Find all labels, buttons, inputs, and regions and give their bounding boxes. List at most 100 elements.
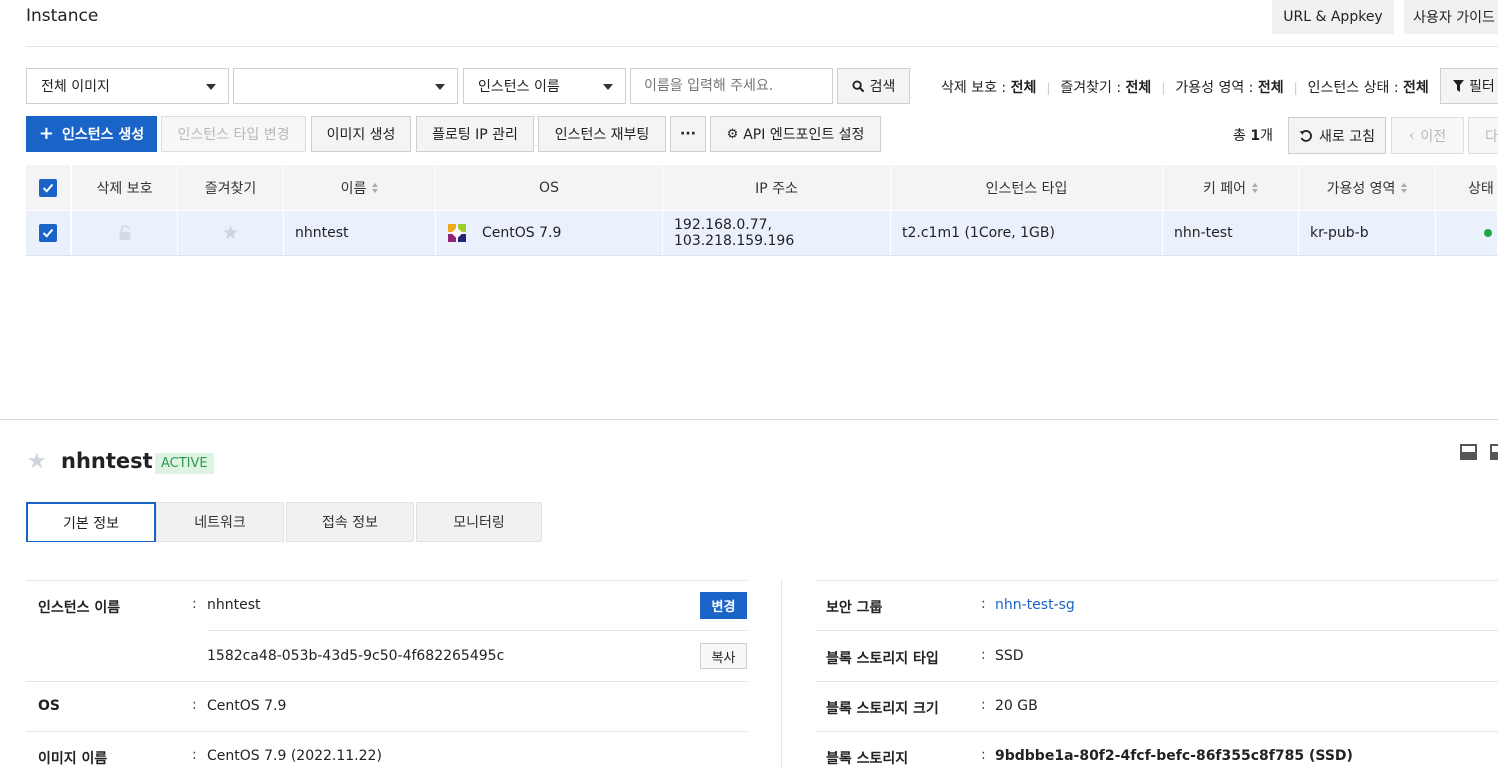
os-label: OS xyxy=(38,698,60,714)
header-name[interactable]: 이름 xyxy=(284,165,436,210)
total-prefix: 총 xyxy=(1233,128,1246,144)
chevron-left-icon: ‹ xyxy=(1408,127,1415,144)
filter-zone-label: 가용성 영역 : xyxy=(1175,80,1254,96)
block-storage-value[interactable]: 9bdbbe1a-80f2-4fcf-befc-86f355c8f785 (SS… xyxy=(995,748,1353,764)
reboot-instance-button[interactable]: 인스턴스 재부팅 xyxy=(538,116,666,152)
row-name[interactable]: nhntest xyxy=(284,211,436,255)
refresh-label: 새로 고침 xyxy=(1319,128,1375,145)
prev-page-button[interactable]: ‹ 이전 xyxy=(1391,117,1464,154)
search-button[interactable]: 검색 xyxy=(837,68,910,104)
star-icon[interactable]: ★ xyxy=(222,222,239,244)
layout-horizontal-icon[interactable] xyxy=(1460,444,1477,460)
header-state-label: 상태 xyxy=(1468,180,1494,197)
more-button[interactable]: ··· xyxy=(670,116,706,152)
api-endpoint-button[interactable]: ⚙ API 엔드포인트 설정 xyxy=(710,116,881,152)
panel-divider xyxy=(0,419,1498,420)
header-favorite: 즐겨찾기 xyxy=(178,165,284,210)
floating-ip-button[interactable]: 플로팅 IP 관리 xyxy=(416,116,534,152)
column-divider xyxy=(781,580,782,769)
tab-network[interactable]: 네트워크 xyxy=(156,502,284,542)
filter-icon xyxy=(1453,80,1464,92)
plus-icon: + xyxy=(38,123,54,144)
header-os: OS xyxy=(436,165,663,210)
storage-size-label: 블록 스토리지 크기 xyxy=(826,701,939,717)
instance-name-label: 인스턴스 이름 xyxy=(38,600,121,616)
select-all-checkbox[interactable] xyxy=(39,178,57,197)
gear-icon: ⚙ xyxy=(726,126,739,142)
header-delete-protect: 삭제 보호 xyxy=(72,165,178,210)
filter-button[interactable]: 필터 xyxy=(1440,68,1498,104)
secondary-select[interactable] xyxy=(233,68,458,104)
user-guide-button[interactable]: 사용자 가이드 xyxy=(1404,0,1498,34)
image-select[interactable]: 전체 이미지 xyxy=(26,68,229,104)
header-divider xyxy=(26,46,1498,47)
image-name-label: 이미지 이름 xyxy=(38,751,108,767)
row-divider xyxy=(26,731,747,732)
row-zone: kr-pub-b xyxy=(1299,211,1436,255)
create-image-button[interactable]: 이미지 생성 xyxy=(311,116,411,152)
total-suffix: 개 xyxy=(1260,128,1273,144)
colon: : xyxy=(981,747,986,763)
row-favorite-cell[interactable]: ★ xyxy=(178,211,284,255)
search-icon xyxy=(852,79,864,92)
url-appkey-button[interactable]: URL & Appkey xyxy=(1272,0,1394,34)
unlock-icon[interactable] xyxy=(118,225,132,241)
row-ip: 192.168.0.77, 103.218.159.196 xyxy=(663,211,891,255)
layout-vertical-icon[interactable] xyxy=(1490,444,1498,460)
change-instance-type-button[interactable]: 인스턴스 타입 변경 xyxy=(161,116,306,152)
row-divider xyxy=(815,731,1498,732)
left-top-border xyxy=(26,580,747,581)
tab-connection-info[interactable]: 접속 정보 xyxy=(286,502,414,542)
filter-button-label: 필터 xyxy=(1469,79,1495,95)
chevron-down-icon xyxy=(435,84,445,90)
detail-instance-name: nhntest xyxy=(61,449,153,473)
copy-id-button[interactable]: 복사 xyxy=(700,643,747,669)
colon: : xyxy=(981,697,986,713)
row-divider xyxy=(815,681,1498,682)
image-select-value: 전체 이미지 xyxy=(41,79,110,95)
select-all-header[interactable] xyxy=(26,165,71,210)
row-divider xyxy=(815,630,1498,631)
total-count-value: 1 xyxy=(1250,128,1261,144)
search-input[interactable] xyxy=(630,68,833,104)
change-name-button[interactable]: 변경 xyxy=(700,592,747,619)
sort-icon xyxy=(1401,182,1408,193)
row-keypair: nhn-test xyxy=(1163,211,1299,255)
right-top-border xyxy=(815,580,1498,581)
header-keypair[interactable]: 키 페어 xyxy=(1163,165,1299,210)
tab-basic-info[interactable]: 기본 정보 xyxy=(26,502,156,542)
colon: : xyxy=(192,596,197,612)
page-title: Instance xyxy=(26,6,99,26)
header-state: 상태 xyxy=(1436,165,1498,210)
create-instance-label: 인스턴스 생성 xyxy=(61,127,145,143)
refresh-button[interactable]: 새로 고침 xyxy=(1288,117,1386,154)
row-instance-type: t2.c1m1 (1Core, 1GB) xyxy=(891,211,1163,255)
row-state xyxy=(1436,211,1498,255)
instance-id-value: 1582ca48-053b-43d5-9c50-4f682265495c xyxy=(207,648,505,664)
total-count: 총 1개 xyxy=(1233,125,1273,145)
row-checkbox[interactable] xyxy=(39,224,57,242)
search-button-label: 검색 xyxy=(869,79,896,95)
header-zone[interactable]: 가용성 영역 xyxy=(1299,165,1436,210)
instance-name-value: nhntest xyxy=(207,597,261,613)
refresh-icon xyxy=(1299,129,1312,142)
header-name-label: 이름 xyxy=(340,180,367,197)
table-bottom-border xyxy=(26,255,1498,256)
chevron-down-icon xyxy=(206,84,216,90)
next-page-button[interactable]: 다 xyxy=(1468,117,1498,154)
filter-favorite-value: 전체 xyxy=(1125,80,1152,96)
create-instance-button[interactable]: + 인스턴스 생성 xyxy=(26,116,157,152)
detail-favorite-star-icon[interactable]: ★ xyxy=(27,449,47,474)
row-checkbox-cell[interactable] xyxy=(26,211,71,255)
header-instance-type: 인스턴스 타입 xyxy=(891,165,1163,210)
search-field-value: 인스턴스 이름 xyxy=(478,79,560,95)
next-label: 다 xyxy=(1485,128,1498,145)
filter-delete-protect-value: 전체 xyxy=(1010,80,1037,96)
search-field-select[interactable]: 인스턴스 이름 xyxy=(463,68,626,104)
tab-monitoring[interactable]: 모니터링 xyxy=(416,502,542,542)
status-badge: ACTIVE xyxy=(155,453,214,474)
header-zone-label: 가용성 영역 xyxy=(1326,180,1396,197)
row-delete-protect-cell[interactable] xyxy=(72,211,178,255)
check-icon xyxy=(42,183,54,193)
security-group-link[interactable]: nhn-test-sg xyxy=(995,597,1075,613)
